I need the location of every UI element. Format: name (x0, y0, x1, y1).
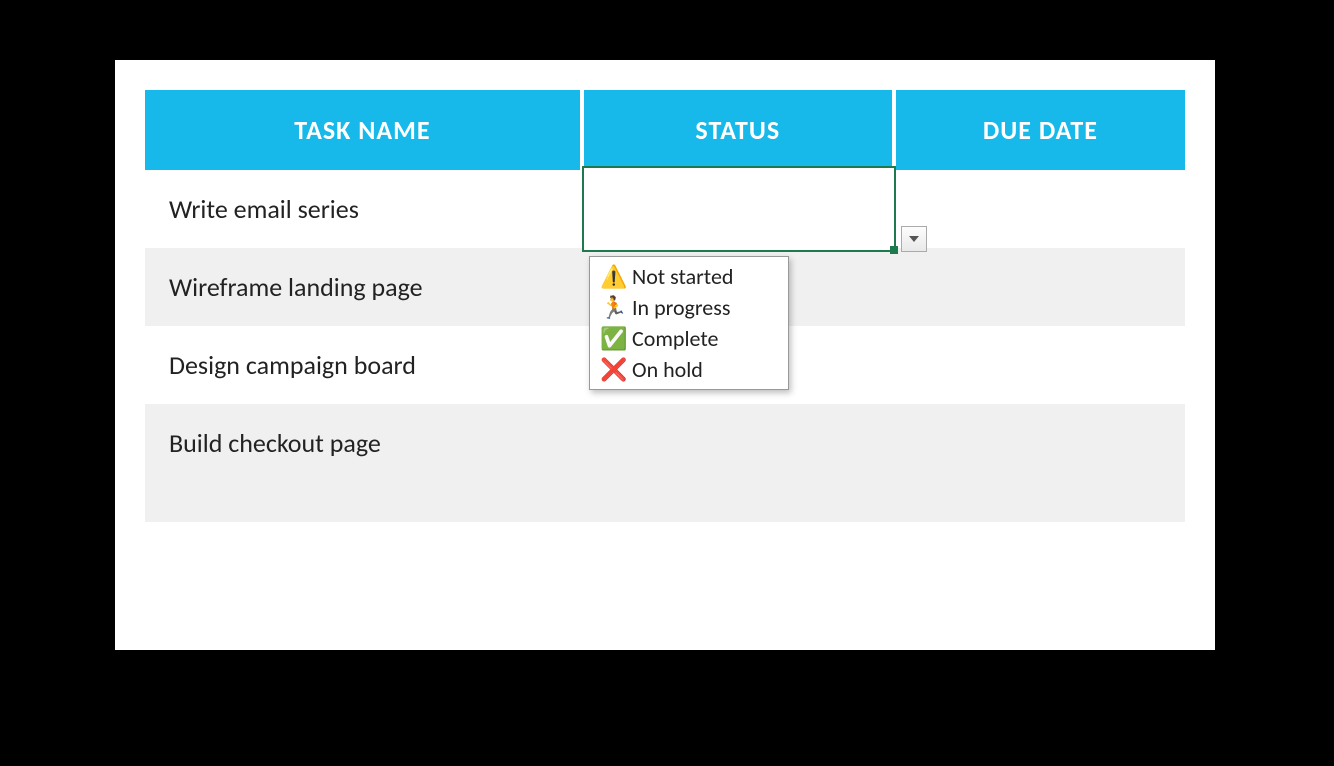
chevron-down-icon (908, 235, 920, 243)
running-icon: 🏃 (600, 294, 626, 321)
dropdown-option-on-hold[interactable]: ❌ On hold (590, 354, 788, 385)
task-cell[interactable]: Build checkout page (145, 404, 582, 482)
table-row: Build checkout page (145, 404, 1185, 482)
due-cell[interactable] (894, 404, 1185, 482)
header-task-name[interactable]: TASK NAME (145, 90, 582, 170)
due-cell[interactable] (894, 326, 1185, 404)
warning-icon: ⚠️ (600, 263, 626, 290)
table-row-empty (145, 482, 1185, 522)
table-row: Write email series (145, 170, 1185, 248)
header-status[interactable]: STATUS (582, 90, 894, 170)
dropdown-option-in-progress[interactable]: 🏃 In progress (590, 292, 788, 323)
status-cell[interactable] (582, 404, 894, 482)
check-icon: ✅ (600, 325, 626, 352)
dropdown-option-label: In progress (632, 294, 730, 321)
empty-cell[interactable] (582, 482, 894, 522)
empty-cell[interactable] (894, 482, 1185, 522)
due-cell[interactable] (894, 248, 1185, 326)
dropdown-option-label: On hold (632, 356, 703, 383)
header-row: TASK NAME STATUS DUE DATE (145, 90, 1185, 170)
spreadsheet-panel: TASK NAME STATUS DUE DATE Write email se… (115, 60, 1215, 650)
task-cell[interactable]: Write email series (145, 170, 582, 248)
status-cell[interactable] (582, 170, 894, 248)
dropdown-option-label: Not started (632, 263, 733, 290)
task-cell[interactable]: Design campaign board (145, 326, 582, 404)
dropdown-trigger[interactable] (901, 226, 927, 252)
cross-icon: ❌ (600, 356, 626, 383)
dropdown-option-complete[interactable]: ✅ Complete (590, 323, 788, 354)
task-cell[interactable]: Wireframe landing page (145, 248, 582, 326)
header-due-date[interactable]: DUE DATE (894, 90, 1185, 170)
due-cell[interactable] (894, 170, 1185, 248)
dropdown-option-not-started[interactable]: ⚠️ Not started (590, 261, 788, 292)
status-dropdown-list[interactable]: ⚠️ Not started 🏃 In progress ✅ Complete … (589, 256, 789, 390)
dropdown-option-label: Complete (632, 325, 718, 352)
empty-cell[interactable] (145, 482, 582, 522)
